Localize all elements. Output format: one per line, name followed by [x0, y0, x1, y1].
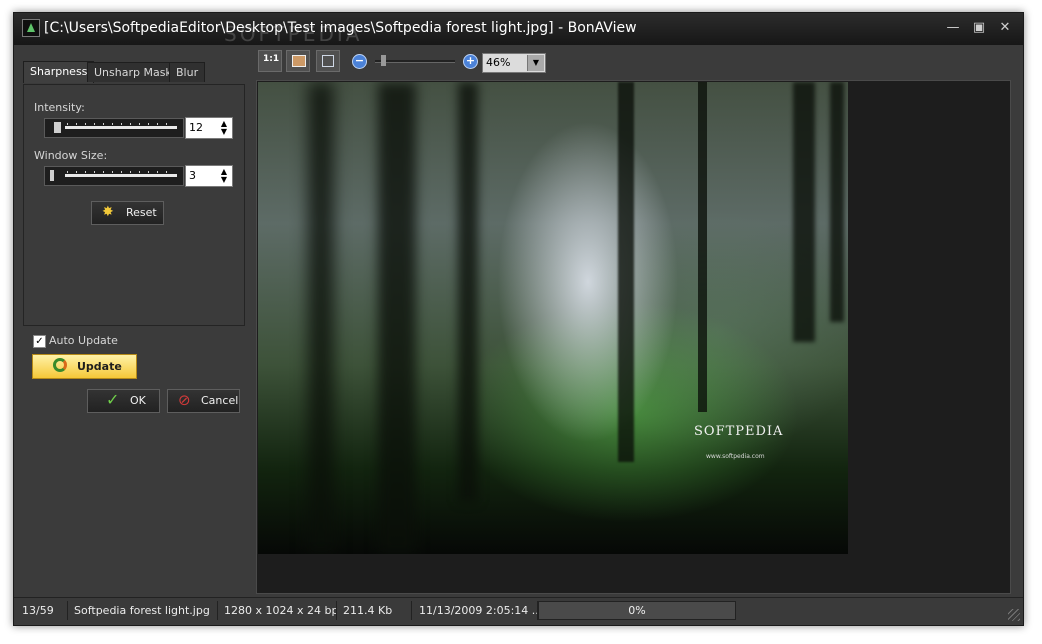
- tab-sharpness[interactable]: Sharpness: [23, 61, 95, 83]
- tab-unsharp-mask[interactable]: Unsharp Mask: [87, 62, 179, 82]
- update-button[interactable]: Update: [32, 354, 137, 379]
- tree-trunk: [458, 82, 478, 502]
- auto-update-checkbox[interactable]: ✓: [33, 335, 46, 348]
- zoom-select[interactable]: 46% ▼: [482, 53, 546, 73]
- tree-trunk: [830, 82, 844, 322]
- print-icon[interactable]: [286, 50, 310, 72]
- window-size-label: Window Size:: [34, 149, 108, 162]
- window-size-value: 3: [189, 169, 196, 182]
- spin-down-icon[interactable]: ▼: [219, 176, 229, 184]
- window-size-slider-track: [65, 174, 177, 177]
- ok-label: OK: [130, 394, 146, 407]
- tree-trunk: [378, 82, 416, 554]
- window-size-slider[interactable]: [44, 166, 184, 186]
- view-toolbar: 1:1 − + 46% ▼: [256, 47, 1021, 77]
- tab-blur[interactable]: Blur: [169, 62, 206, 82]
- zoom-slider[interactable]: [375, 60, 455, 63]
- zoom-in-icon[interactable]: +: [463, 54, 478, 69]
- status-size: 211.4 Kb: [337, 601, 412, 620]
- actual-size-icon[interactable]: 1:1: [258, 50, 282, 72]
- ok-button[interactable]: ✓ OK: [87, 389, 160, 413]
- chevron-down-icon[interactable]: ▼: [527, 55, 544, 71]
- cancel-icon: ⊘: [178, 391, 191, 409]
- reset-label: Reset: [126, 206, 157, 219]
- status-progress: 0%: [538, 601, 736, 620]
- zoom-slider-thumb[interactable]: [381, 55, 386, 66]
- minimize-icon[interactable]: —: [942, 19, 964, 37]
- update-label: Update: [77, 360, 122, 373]
- image-viewer[interactable]: SOFTPEDIA www.softpedia.com: [256, 80, 1011, 594]
- tree-trunk: [793, 82, 815, 342]
- status-date: 11/13/2009 2:05:14 ...: [413, 601, 538, 620]
- photo-url-text: www.softpedia.com: [706, 453, 765, 460]
- resize-grip[interactable]: [1008, 609, 1020, 621]
- status-index: 13/59: [16, 601, 68, 620]
- close-icon[interactable]: ✕: [994, 19, 1016, 37]
- sharpness-pane: Intensity: 12 ▲ ▼ Window Size: 3 ▲ ▼ ✸ R…: [23, 84, 245, 326]
- tree-trunk: [698, 82, 707, 412]
- reset-button[interactable]: ✸ Reset: [91, 201, 164, 225]
- checkmark-icon: ✓: [106, 390, 120, 409]
- intensity-label: Intensity:: [34, 101, 85, 114]
- fit-window-icon[interactable]: [316, 50, 340, 72]
- app-logo-icon: [22, 19, 40, 37]
- intensity-slider-track: [65, 126, 177, 129]
- spin-down-icon[interactable]: ▼: [219, 128, 229, 136]
- app-window: SOFTPEDIA [C:\Users\SoftpediaEditor\Desk…: [13, 12, 1024, 626]
- window-title: [C:\Users\SoftpediaEditor\Desktop\Test i…: [44, 20, 637, 36]
- zoom-value: 46%: [486, 56, 511, 69]
- refresh-icon: [53, 358, 67, 372]
- tree-trunk: [308, 82, 334, 554]
- sparkle-icon: ✸: [102, 204, 114, 220]
- zoom-out-icon[interactable]: −: [352, 54, 367, 69]
- status-bar: 13/59 Softpedia forest light.jpg 1280 x …: [14, 597, 1023, 624]
- status-filename: Softpedia forest light.jpg: [68, 601, 218, 620]
- filter-panel: Sharpness Unsharp Mask Blur Intensity: 1…: [20, 56, 246, 596]
- intensity-value: 12: [189, 121, 203, 134]
- intensity-slider-ticks: [67, 123, 175, 125]
- maximize-icon[interactable]: ▣: [968, 19, 990, 37]
- window-size-slider-ticks: [67, 171, 175, 173]
- intensity-slider[interactable]: [44, 118, 184, 138]
- filter-tabs: Sharpness Unsharp Mask Blur: [23, 61, 245, 83]
- status-dimensions: 1280 x 1024 x 24 bpp: [218, 601, 337, 620]
- cancel-button[interactable]: ⊘ Cancel: [167, 389, 240, 413]
- window-size-spinner[interactable]: 3 ▲ ▼: [185, 165, 233, 187]
- photo-brand-text: SOFTPEDIA: [694, 424, 784, 439]
- tree-trunk: [618, 82, 634, 462]
- intensity-spinner[interactable]: 12 ▲ ▼: [185, 117, 233, 139]
- window-size-slider-thumb[interactable]: [50, 170, 54, 181]
- title-bar[interactable]: SOFTPEDIA [C:\Users\SoftpediaEditor\Desk…: [14, 13, 1023, 46]
- auto-update-label: Auto Update: [49, 334, 118, 347]
- intensity-slider-thumb[interactable]: [54, 122, 61, 133]
- cancel-label: Cancel: [201, 394, 239, 407]
- forest-photo: SOFTPEDIA www.softpedia.com: [258, 82, 848, 554]
